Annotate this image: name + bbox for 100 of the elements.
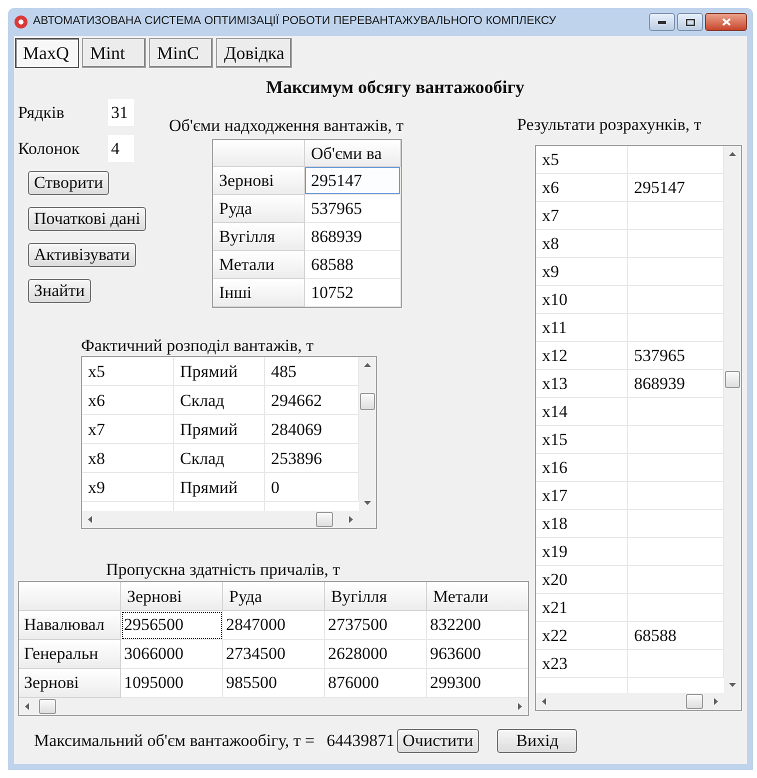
total-label: Максимальний об'єм вантажообігу, т = xyxy=(34,730,315,752)
tab[interactable]: Довідка xyxy=(216,38,292,68)
table-cell: Прямий xyxy=(174,473,265,502)
table-cell: x10 xyxy=(536,286,628,314)
table-cell: x17 xyxy=(536,482,628,510)
row-header: Навалювал xyxy=(19,611,121,640)
minimize-button[interactable] xyxy=(649,13,675,31)
table-cell[interactable]: 832200 xyxy=(427,611,528,640)
column-header: Вугілля xyxy=(325,582,427,611)
scroll-thumb[interactable] xyxy=(360,393,375,410)
table-cell: x9 xyxy=(536,258,628,286)
total-value: 64439871 xyxy=(326,730,395,752)
row-header: Зернові xyxy=(213,167,305,195)
table-caption: Пропускна здатність причалів, т xyxy=(106,559,342,581)
table-cell[interactable]: 868939 xyxy=(305,223,401,251)
scroll-thumb[interactable] xyxy=(686,694,703,709)
table-cell: x8 xyxy=(82,444,174,473)
column-header: Об'єми ва xyxy=(305,140,401,167)
window-title: АВТОМАТИЗОВАНА СИСТЕМА ОПТИМІЗАЦІЇ РОБОТИ ПЕРЕВАНТАЖУВАЛЬНОГО КОМПЛЕКСУ xyxy=(33,13,556,30)
table-cell[interactable]: 3066000 xyxy=(121,640,223,669)
scroll-up-icon[interactable] xyxy=(729,152,736,156)
tab[interactable]: MinC xyxy=(149,38,213,68)
button[interactable]: Вихід xyxy=(497,728,578,753)
close-icon xyxy=(722,18,730,26)
scroll-left-icon[interactable] xyxy=(25,703,29,710)
table-cell: x5 xyxy=(82,357,174,386)
scroll-right-icon[interactable] xyxy=(714,698,718,705)
table-cell[interactable]: 2628000 xyxy=(325,640,427,669)
input-field[interactable]: 31 xyxy=(108,99,134,126)
table-cell: x7 xyxy=(536,202,628,230)
scroll-thumb[interactable] xyxy=(725,371,740,388)
table-cell: x19 xyxy=(536,538,628,566)
table-cell: x14 xyxy=(536,398,628,426)
tab[interactable]: MaxQ xyxy=(15,38,79,68)
table-cell[interactable]: 2956500 xyxy=(121,611,223,640)
heading: Максимум обсягу вантажообігу xyxy=(266,76,526,99)
tab[interactable]: Mint xyxy=(82,38,146,68)
table-cell: Прямий xyxy=(174,357,265,386)
row-header: Метали xyxy=(213,251,305,279)
scroll-down-icon[interactable] xyxy=(364,501,371,505)
table-cell: x20 xyxy=(536,566,628,594)
table-cell: Прямий xyxy=(174,415,265,444)
table-cell: Склад xyxy=(174,386,265,415)
table-cell[interactable]: 10752 xyxy=(305,279,401,307)
maximize-button[interactable] xyxy=(677,13,703,31)
column-header: Зернові xyxy=(121,582,223,611)
table-cell: x11 xyxy=(536,314,628,342)
table-cell: x6 xyxy=(536,174,628,202)
table-cell[interactable]: 537965 xyxy=(305,195,401,223)
scroll-left-icon[interactable] xyxy=(88,516,92,523)
button[interactable]: Активізувати xyxy=(28,243,136,267)
table-cell: Склад xyxy=(174,444,265,473)
input-field[interactable]: 4 xyxy=(108,135,134,162)
scroll-thumb[interactable] xyxy=(39,699,56,714)
vertical-scrollbar[interactable] xyxy=(724,146,741,693)
button[interactable]: Знайти xyxy=(28,279,91,303)
table-cell: x16 xyxy=(536,454,628,482)
table-cell: x8 xyxy=(536,230,628,258)
maximize-icon xyxy=(686,18,694,26)
horizontal-scrollbar[interactable] xyxy=(19,698,528,715)
row-header: Руда xyxy=(213,195,305,223)
button[interactable]: Очистити xyxy=(396,728,480,753)
button[interactable]: Початкові дані xyxy=(28,207,146,231)
table-cell[interactable]: 2734500 xyxy=(223,640,325,669)
table-cell[interactable]: 963600 xyxy=(427,640,528,669)
vertical-scrollbar[interactable] xyxy=(359,357,376,511)
row-header: Генеральн xyxy=(19,640,121,669)
table-cell: x12 xyxy=(536,342,628,370)
button[interactable]: Створити xyxy=(28,171,110,195)
scroll-right-icon[interactable] xyxy=(518,703,522,710)
field-label: Рядків xyxy=(18,102,66,124)
table-cell: x15 xyxy=(536,426,628,454)
table-caption: Результати розрахунків, т xyxy=(517,114,702,136)
table-cell: x13 xyxy=(536,370,628,398)
table-cell: x21 xyxy=(536,594,628,622)
horizontal-scrollbar[interactable] xyxy=(536,693,724,710)
table-cell: x9 xyxy=(82,473,174,502)
table-cell[interactable]: 295147 xyxy=(305,167,401,195)
table-cell[interactable]: 2737500 xyxy=(325,611,427,640)
horizontal-scrollbar[interactable] xyxy=(82,511,359,528)
scroll-down-icon[interactable] xyxy=(729,683,736,687)
scroll-up-icon[interactable] xyxy=(364,363,371,367)
minimize-icon xyxy=(658,20,666,24)
table-cell: x5 xyxy=(536,146,628,174)
table-cell[interactable]: 2847000 xyxy=(223,611,325,640)
table-cell: x18 xyxy=(536,510,628,538)
row-header: Зернові xyxy=(19,669,121,698)
table-cell: x7 xyxy=(82,415,174,444)
scroll-thumb[interactable] xyxy=(316,512,333,527)
scroll-left-icon[interactable] xyxy=(542,698,546,705)
table-cell: x23 xyxy=(536,650,628,678)
row-header: Вугілля xyxy=(213,223,305,251)
scroll-right-icon[interactable] xyxy=(349,516,353,523)
table-cell[interactable]: 68588 xyxy=(305,251,401,279)
table-cell: x6 xyxy=(82,386,174,415)
table-caption: Фактичний розподіл вантажів, т xyxy=(81,336,315,356)
table-cell: x22 xyxy=(536,622,628,650)
column-header: Руда xyxy=(223,582,325,611)
close-button[interactable] xyxy=(705,13,747,31)
app-icon xyxy=(14,15,28,29)
